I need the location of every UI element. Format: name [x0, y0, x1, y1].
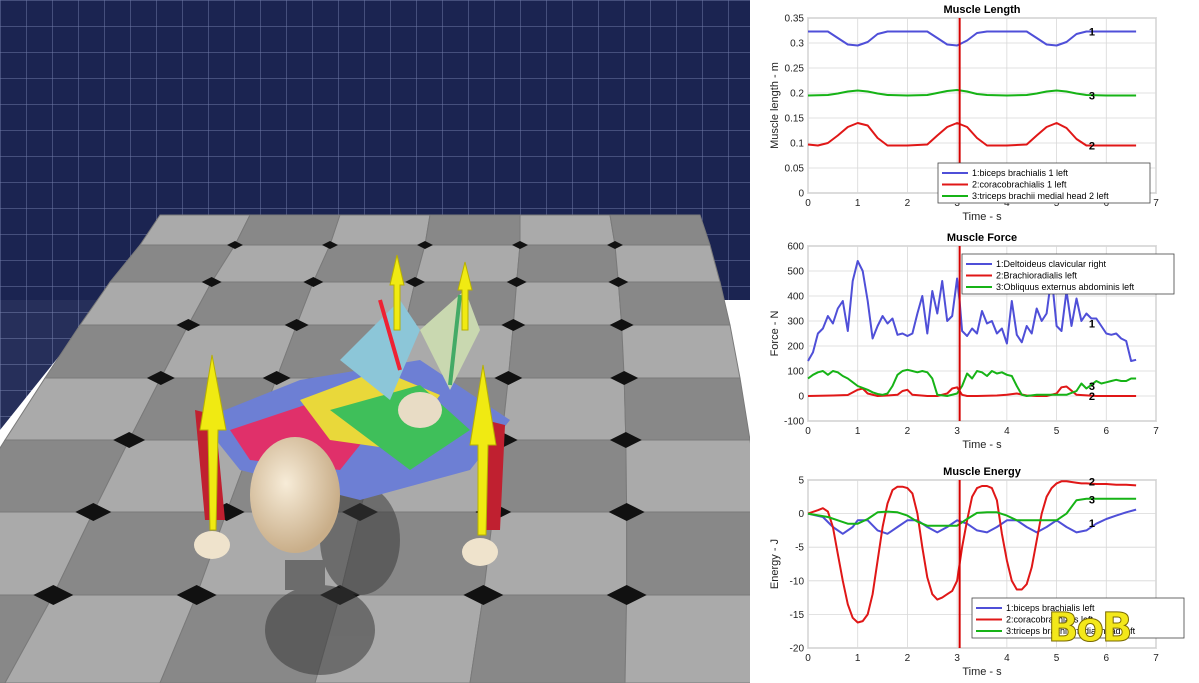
y-tick-label: 0.15 — [785, 114, 805, 125]
floor-tile — [516, 244, 619, 283]
legend: 1:Deltoideus clavicular right 2:Brachiora… — [961, 253, 1175, 295]
x-tick-label: 4 — [1004, 653, 1010, 664]
floor-tile — [312, 244, 426, 283]
y-tick-label: -10 — [790, 576, 805, 587]
floor-tile — [617, 281, 731, 326]
x-tick-label: 3 — [954, 426, 960, 437]
floor-tile — [482, 511, 628, 596]
legend-entry: 2:coracobrachialis 1 left — [972, 180, 1067, 190]
x-tick-label: 1 — [855, 426, 861, 437]
skull — [250, 437, 340, 553]
y-tick-label: 100 — [787, 367, 804, 378]
y-tick-label: -100 — [784, 417, 804, 428]
series-number-label: 2 — [1089, 476, 1095, 488]
chart-title: Muscle Energy — [943, 466, 1022, 478]
floor-tile — [624, 594, 750, 683]
series-number-label: 1 — [1089, 27, 1095, 39]
y-tick-label: 200 — [787, 342, 804, 353]
y-axis-label: Force - N — [769, 311, 781, 357]
chart-title: Muscle Length — [943, 4, 1020, 16]
floor-tile — [234, 214, 341, 246]
y-tick-label: 0.35 — [785, 14, 805, 25]
floor-tile — [623, 377, 750, 441]
y-tick-label: 0.2 — [790, 89, 804, 100]
y-tick-label: 300 — [787, 317, 804, 328]
y-tick-label: 0.05 — [785, 164, 805, 175]
y-axis-label: Energy - J — [769, 539, 781, 589]
floor-tile — [501, 377, 627, 441]
x-tick-label: 2 — [905, 426, 911, 437]
floor-tile — [621, 324, 741, 379]
x-tick-label: 0 — [805, 653, 811, 664]
x-tick-label: 0 — [805, 426, 811, 437]
floor-tile — [469, 594, 628, 683]
x-axis-label: Time - s — [962, 439, 1002, 451]
y-tick-label: 0 — [798, 189, 804, 200]
y-tick-label: -20 — [790, 644, 805, 655]
floor-tile — [625, 439, 750, 513]
series-number-label: 2 — [1089, 141, 1095, 153]
floor-tile — [614, 244, 721, 283]
x-tick-label: 2 — [905, 198, 911, 209]
series-number-label: 3 — [1089, 381, 1095, 393]
y-tick-label: 0.25 — [785, 64, 805, 75]
floor-tile — [626, 511, 750, 596]
x-tick-label: 1 — [855, 653, 861, 664]
floor-tile — [519, 214, 616, 246]
series-number-label: 3 — [1089, 494, 1095, 506]
y-tick-label: 0.1 — [790, 139, 804, 150]
charts-panel: 0 1 2 3 4 5 6 7 0 0.05 0.1 0.15 0.2 0.25 0.3 0.35 Muscle… — [750, 0, 1199, 683]
x-tick-label: 7 — [1153, 198, 1159, 209]
series-number-label: 3 — [1089, 91, 1095, 103]
simulation-viewport[interactable] — [0, 0, 750, 683]
y-tick-label: -15 — [790, 610, 805, 621]
x-axis-label: Time - s — [962, 666, 1002, 678]
x-axis-label: Time - s — [962, 211, 1002, 223]
x-tick-label: 5 — [1054, 653, 1060, 664]
y-tick-label: 400 — [787, 292, 804, 303]
x-tick-label: 3 — [954, 653, 960, 664]
y-tick-label: -5 — [795, 543, 804, 554]
y-tick-label: 600 — [787, 242, 804, 253]
x-tick-label: 4 — [1004, 426, 1010, 437]
chart-title: Muscle Force — [947, 232, 1017, 244]
y-tick-label: 5 — [798, 476, 804, 487]
muscle-length-chart: 0 1 2 3 4 5 6 700.050.10.150.20.250.30.35Muscle… — [769, 4, 1159, 223]
floor-tile — [512, 281, 623, 326]
legend-entry: 1:biceps brachialis 1 left — [972, 168, 1069, 178]
y-tick-label: 0 — [798, 509, 804, 520]
floor-tile — [329, 214, 431, 246]
series-number-label: 1 — [1089, 518, 1095, 530]
series-number-label: 1 — [1089, 319, 1095, 331]
bob-logo: BoB — [1047, 605, 1132, 652]
muscle-force-chart: 0 1 2 3 4 5 6 7-1000100200300400500600Muscle Fo… — [769, 232, 1175, 451]
legend-entry: 3:Obliquus externus abdominis left — [996, 282, 1135, 292]
floor-tile — [139, 214, 251, 246]
muscle-energy-chart: 0 1 2 3 4 5 6 7 -20 -15 -10 -5 0 5 Muscle Energy Time -… — [769, 466, 1185, 678]
x-tick-label: 7 — [1153, 426, 1159, 437]
y-axis-label: Muscle length - m — [769, 62, 781, 149]
x-tick-label: 6 — [1104, 653, 1110, 664]
y-tick-label: 0.3 — [790, 39, 804, 50]
legend: 1:biceps brachialis 1 left 2:coracobrachi… — [937, 162, 1151, 204]
legend-entry: 1:Deltoideus clavicular right — [996, 259, 1107, 269]
y-tick-label: 0 — [798, 392, 804, 403]
x-tick-label: 7 — [1153, 653, 1159, 664]
floor-tile — [492, 439, 628, 513]
x-tick-label: 1 — [855, 198, 861, 209]
x-tick-label: 5 — [1054, 426, 1060, 437]
floor-tile — [609, 214, 711, 246]
legend-entry: 3:triceps brachii medial head 2 left — [972, 191, 1109, 201]
x-tick-label: 2 — [905, 653, 911, 664]
legend-entry: 2:Brachioradialis left — [996, 271, 1078, 281]
x-tick-label: 6 — [1104, 426, 1110, 437]
floor-tile — [424, 214, 521, 246]
floor-tile — [507, 324, 625, 379]
x-tick-label: 0 — [805, 198, 811, 209]
y-tick-label: 500 — [787, 267, 804, 278]
